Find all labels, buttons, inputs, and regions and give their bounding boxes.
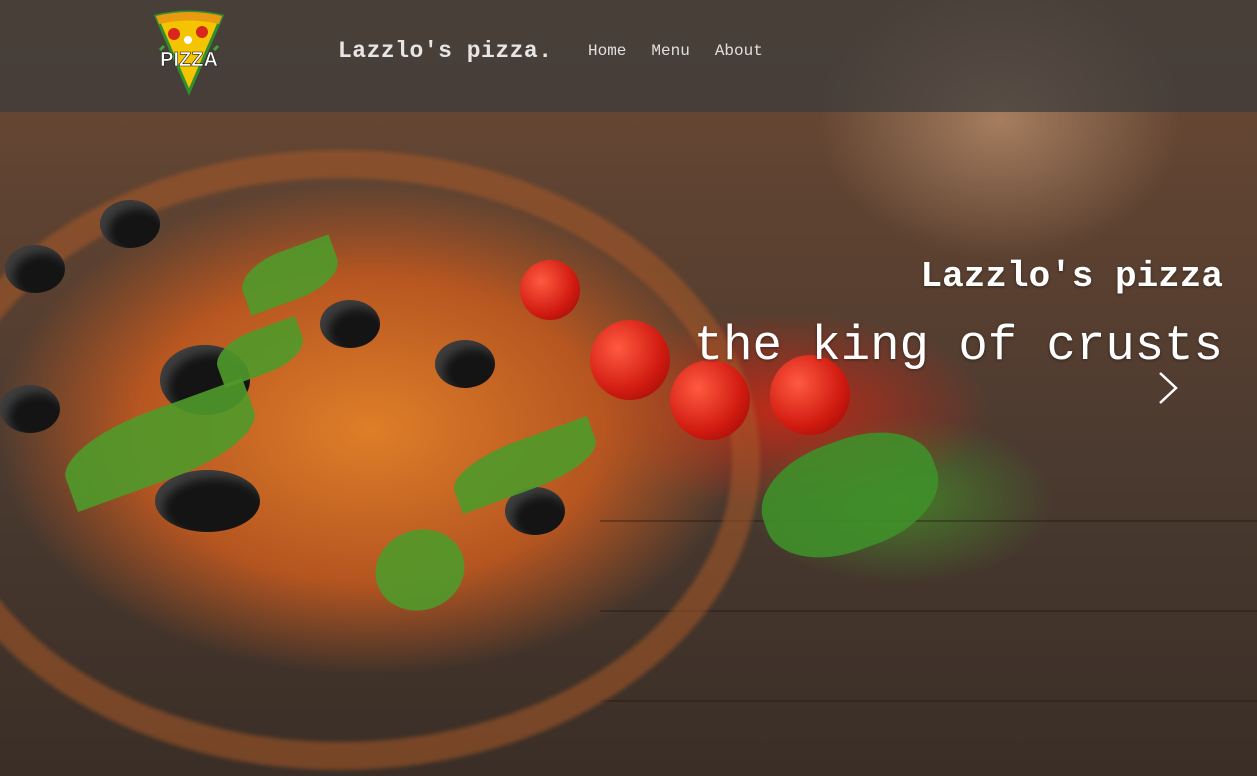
carousel-next-button[interactable] [1152, 370, 1184, 406]
nav-link-menu[interactable]: Menu [651, 42, 689, 60]
olive [435, 340, 495, 388]
hero-background [0, 0, 1257, 776]
top-navigation-bar: PIZZA Lazzlo's pizza. Home Menu About [0, 0, 1257, 112]
nav-link-home[interactable]: Home [588, 42, 626, 60]
logo-text: PIZZA [160, 49, 218, 71]
olive [155, 470, 260, 532]
parsley [746, 412, 954, 578]
wood-plank-line [600, 700, 1257, 702]
pizza-logo[interactable]: PIZZA [150, 10, 228, 96]
hero-title: Lazzlo's pizza [920, 256, 1223, 297]
nav-link-about[interactable]: About [715, 42, 763, 60]
pizza-slice-icon: PIZZA [153, 10, 225, 96]
tomato [590, 320, 670, 400]
hero-subtitle: the king of crusts [693, 318, 1223, 374]
olive [5, 245, 65, 293]
brand-title: Lazzlo's pizza. [338, 38, 553, 64]
olive [100, 200, 160, 248]
olive [320, 300, 380, 348]
chevron-right-icon [1159, 372, 1178, 404]
olive [0, 385, 60, 433]
tomato [520, 260, 580, 320]
main-nav: Home Menu About [588, 42, 763, 60]
